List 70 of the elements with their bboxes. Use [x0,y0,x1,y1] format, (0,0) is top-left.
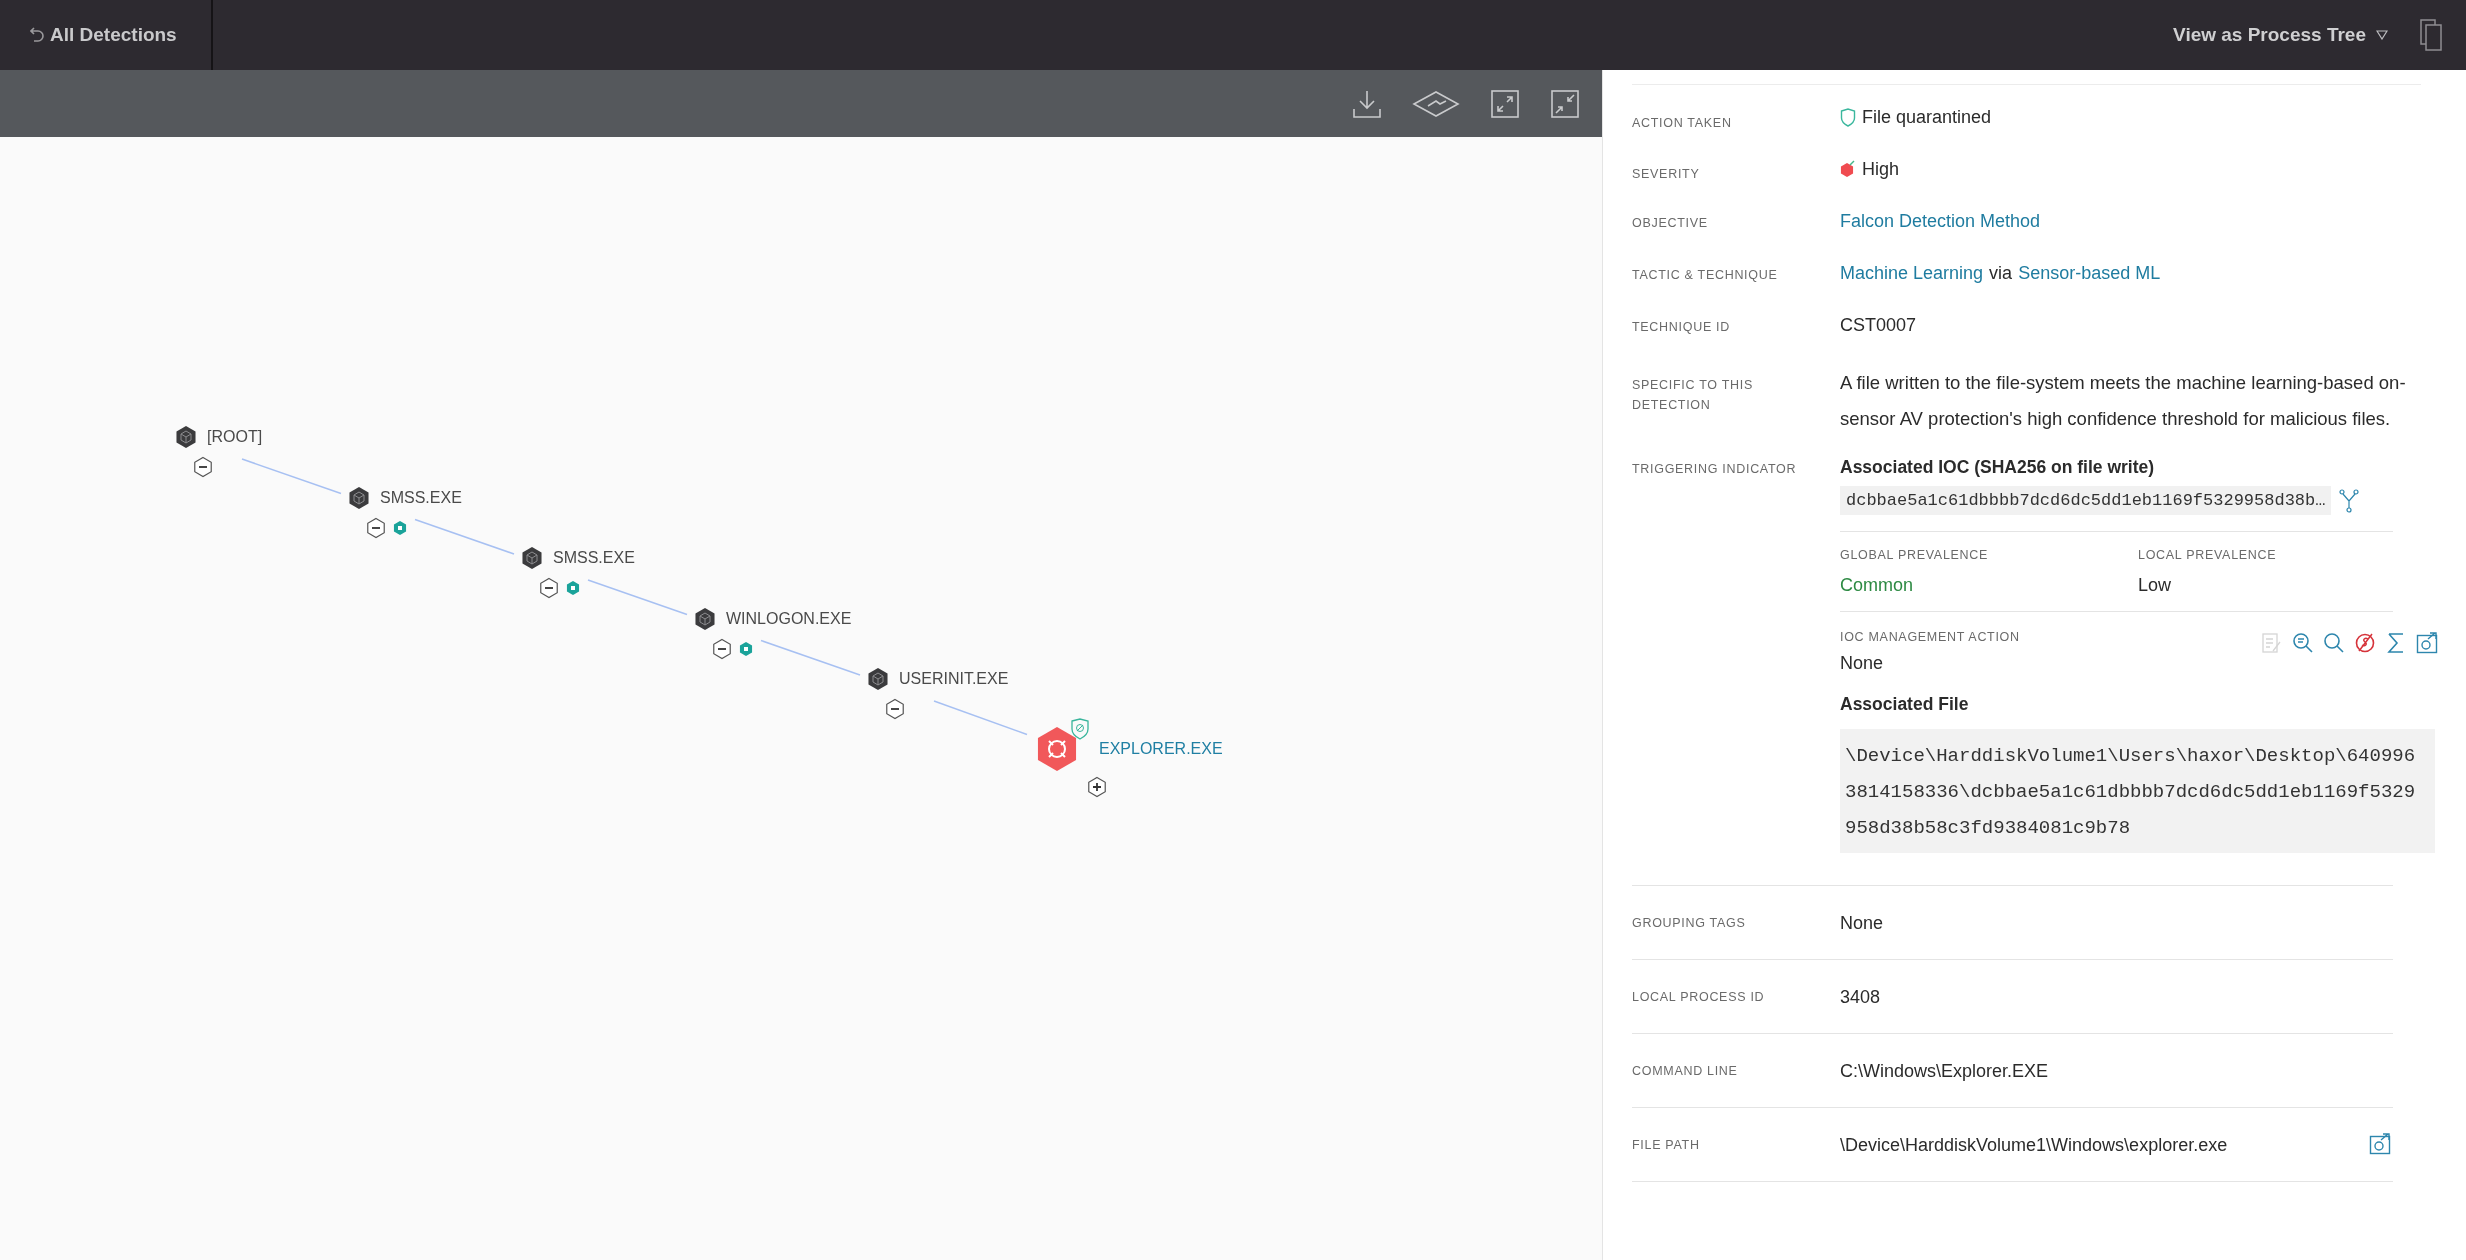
cube-hexagon-icon[interactable] [175,425,197,449]
collapse-button[interactable] [712,637,732,660]
field-value: High [1862,158,1900,181]
field-label: TECHNIQUE ID [1632,319,1731,336]
process-name[interactable]: SMSS.EXE [553,548,635,568]
objective-link[interactable]: Falcon Detection Method [1840,209,2041,233]
prevalence-value: Low [2138,574,2173,596]
graph-icon[interactable] [2416,632,2438,654]
collapse-button[interactable] [193,456,213,478]
severity-icon [1840,160,1856,178]
filter-search-icon[interactable] [2292,632,2314,654]
field-label: SPECIFIC TO THIS DETECTION [1632,377,1754,414]
field-label: OBJECTIVE [1632,215,1709,232]
collapse-button[interactable] [366,516,386,539]
search-icon[interactable] [2323,632,2345,654]
process-name[interactable]: USERINIT.EXE [899,669,1009,689]
caret-icon [2376,30,2388,40]
expand-button[interactable] [1087,775,1107,798]
shrink-icon[interactable] [1550,88,1580,119]
field-label: GROUPING TAGS [1632,914,1747,932]
hexagon-badge-icon[interactable] [739,640,753,657]
field-label: LOCAL PROCESS ID [1632,988,1766,1006]
field-label: TACTIC & TECHNIQUE [1632,267,1779,284]
expand-icon[interactable] [1490,88,1520,119]
collapse-button[interactable] [539,577,559,599]
ioc-action-value: None [1840,652,1885,674]
cube-hexagon-icon[interactable] [867,667,889,691]
prevalence-value: Common [1840,574,1915,596]
prevalence-label: LOCAL PREVALENCE [2138,547,2278,564]
field-value: None [1840,911,1885,935]
process-name[interactable]: [ROOT] [207,427,263,447]
graph-icon[interactable] [2369,1132,2393,1157]
field-value: CST0007 [1840,314,1917,337]
cube-hexagon-icon[interactable] [694,606,716,631]
field-label: FILE PATH [1632,1136,1701,1154]
field-value: C:\Windows\Explorer.EXE [1840,1059,2050,1083]
field-label: COMMAND LINE [1632,1062,1739,1080]
hexagon-badge-icon[interactable] [566,580,580,596]
prevalence-label: GLOBAL PREVALENCE [1840,547,1990,564]
process-name[interactable]: EXPLORER.EXE [1099,738,1223,759]
file-title: Associated File [1840,694,1970,715]
field-value: 3408 [1840,985,1882,1009]
field-value: File quarantined [1862,106,1992,129]
download-icon[interactable] [1352,88,1382,119]
technique-link[interactable]: Sensor-based ML [2018,261,2161,285]
description-text: A file written to the file-system meets the machine learning-based on-sensor AV protection's high confidence threshold for malicious files. [1840,371,2407,431]
cube-hexagon-icon[interactable] [521,546,543,570]
field-label: ACTION TAKEN [1632,114,1733,132]
field-value: via [1989,262,2013,285]
file-path: \Device\HarddiskVolume1\Users\haxor\Desktop\6409963814158336\dcbbae5a1c61dbbbb7dcd6dc5dd1eb1169f5329958d38b58c3fd9384081c9b78 [1840,729,2436,853]
process-name[interactable]: SMSS.EXE [380,487,462,508]
ioc-title: Associated IOC (SHA256 on file write) [1840,457,2156,478]
hexagon-badge-icon[interactable] [393,519,407,536]
blocked-icon[interactable] [2354,632,2376,654]
hash-value: dcbbae5a1c61dbbbb7dcd6dc5dd1eb1169f5329958d38b… [1840,486,2332,515]
field-value: \Device\HarddiskVolume1\Windows\explorer.exe [1840,1133,2229,1157]
technique-link[interactable]: Machine Learning [1840,261,1984,285]
field-label: SEVERITY [1632,166,1701,183]
alert-hexagon-icon[interactable] [1035,724,1079,773]
field-label: TRIGGERING INDICATOR [1632,461,1798,478]
collapse-button[interactable] [885,698,905,720]
view-dropdown[interactable]: View as Process Tree [2167,23,2394,47]
fork-icon[interactable] [2339,488,2360,513]
ioc-action-label: IOC MANAGEMENT ACTION [1840,629,2020,646]
copy-icon[interactable] [2420,19,2442,51]
cube-hexagon-icon[interactable] [348,485,370,510]
shield-icon [1840,107,1856,127]
layers-icon[interactable] [1412,89,1460,118]
process-name[interactable]: WINLOGON.EXE [726,608,852,629]
undo-icon [30,26,44,44]
